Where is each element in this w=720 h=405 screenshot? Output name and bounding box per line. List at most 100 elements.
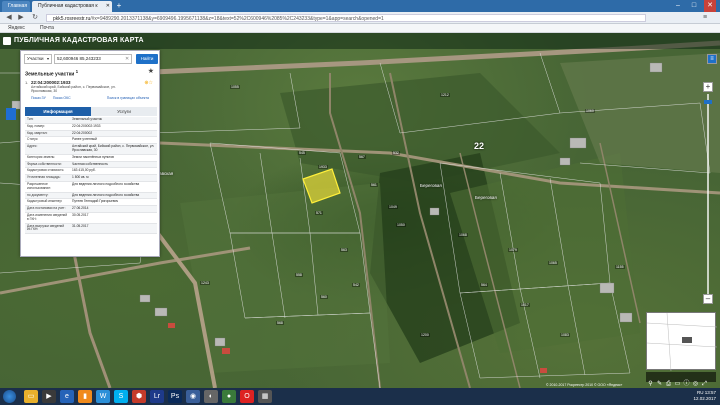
parcel-label[interactable]: 563 bbox=[340, 248, 348, 252]
zoom-control: + – bbox=[700, 82, 716, 304]
panel-tabs: Информация Услуги bbox=[25, 107, 157, 116]
parcel-label[interactable]: 1017 bbox=[520, 303, 530, 307]
tab-info[interactable]: Информация bbox=[25, 107, 91, 116]
reload-icon[interactable]: ↻ bbox=[30, 13, 40, 23]
app-icon[interactable]: ◐ bbox=[204, 390, 218, 403]
parcel-label[interactable]: 545 bbox=[298, 151, 306, 155]
address-bar: ◀ ▶ ↻ pkk5.rosreestr.ru/#x=9489290.20133… bbox=[0, 12, 720, 24]
parcel-label[interactable]: 1068 bbox=[458, 233, 468, 237]
url-field[interactable]: pkk5.rosreestr.ru/#x=9489290.2013371138&… bbox=[46, 14, 646, 22]
parcel-label[interactable]: 1050 bbox=[396, 223, 406, 227]
menu-icon[interactable]: ≡ bbox=[700, 13, 710, 23]
map-copyright: © 2010-2017 Росреестр 2010 © ООО «Яндекс… bbox=[546, 383, 623, 387]
table-row: Разрешенное использование: Для ведения ли… bbox=[25, 182, 157, 193]
parcel-label[interactable]: 558 bbox=[295, 273, 303, 277]
star-icon[interactable]: ★ bbox=[148, 67, 154, 75]
parcel-label[interactable]: 1055 bbox=[230, 85, 240, 89]
search-type-select[interactable]: Участки ▾ bbox=[24, 54, 52, 64]
app-icon[interactable]: ◉ bbox=[186, 390, 200, 403]
parcel-label[interactable]: 560 bbox=[320, 295, 328, 299]
map-header: ПУБЛИЧНАЯ КАДАСТРОВАЯ КАРТА bbox=[0, 33, 720, 49]
parcel-label[interactable]: 542 bbox=[352, 283, 360, 287]
section-count: 1 bbox=[75, 69, 79, 74]
language-indicator: RU bbox=[696, 390, 704, 395]
parcel-label[interactable]: 1155 bbox=[615, 265, 625, 269]
table-row: Кадастровый инженер: Путеев Геннадий Григ… bbox=[25, 199, 157, 207]
link-show-parcel[interactable]: Показ ЗУ bbox=[31, 96, 46, 100]
clock-time: 13:57 bbox=[704, 390, 716, 395]
info-table: Тип: Земельный участок Кад. номер: 22:04:2… bbox=[25, 117, 157, 235]
media-icon[interactable]: ▶ bbox=[42, 390, 56, 403]
app-icon[interactable]: ● bbox=[222, 390, 236, 403]
rosreestr-logo-icon bbox=[3, 37, 11, 45]
table-row: Кадастровая стоимость: 163 415,00 руб. bbox=[25, 168, 157, 176]
overview-minimap[interactable] bbox=[646, 312, 718, 372]
forward-icon[interactable]: ▶ bbox=[16, 13, 26, 23]
parcel-info-panel: Участки ▾ 52,600946 85,243233 ✕ Найти Зе… bbox=[20, 50, 160, 257]
parcel-label[interactable]: 1243 bbox=[200, 281, 210, 285]
lightroom-icon[interactable]: Lr bbox=[150, 390, 164, 403]
opera-icon[interactable]: O bbox=[240, 390, 254, 403]
find-button[interactable]: Найти bbox=[136, 54, 158, 64]
parcel-address: Алтайский край, Бийский район, с. Первом… bbox=[31, 85, 116, 93]
back-icon[interactable]: ◀ bbox=[4, 13, 14, 23]
search-result[interactable]: 1. 22:04:200002:1933 Алтайский край, Бий… bbox=[25, 80, 155, 105]
parcel-label[interactable]: 1049 bbox=[388, 205, 398, 209]
table-row: Категория земель: Земли населённых пункто… bbox=[25, 155, 157, 162]
word-icon[interactable]: W bbox=[96, 390, 110, 403]
parcel-label[interactable]: 567 bbox=[358, 155, 366, 159]
parcel-label[interactable]: 564 bbox=[480, 283, 488, 287]
table-row: Форма собственности: Частная собственност… bbox=[25, 161, 157, 169]
bookmark-yandex[interactable]: Яндекс bbox=[8, 24, 25, 33]
zoom-out-button[interactable]: – bbox=[703, 294, 713, 304]
layers-icon[interactable]: ≡ bbox=[707, 54, 717, 64]
parcel-label[interactable]: 1200 bbox=[420, 333, 430, 337]
link-search-in-border[interactable]: Поиск в границах объекта bbox=[107, 96, 149, 100]
explorer-icon[interactable]: ▭ bbox=[24, 390, 38, 403]
clear-search-icon[interactable]: ✕ bbox=[125, 54, 129, 64]
cadastral-block-number: 22 bbox=[474, 141, 485, 151]
section-title: Земельные участки 1 bbox=[25, 69, 79, 78]
maximize-button[interactable]: □ bbox=[688, 0, 700, 12]
status-icon: ⊕☆ bbox=[144, 80, 153, 86]
table-row: Адрес: Алтайский край, Бийский район, с. … bbox=[25, 144, 157, 155]
new-tab-button[interactable]: + bbox=[114, 1, 124, 11]
parcel-label[interactable]: 1933 bbox=[318, 165, 328, 169]
tab-home[interactable]: Главная bbox=[2, 1, 30, 12]
parcel-label[interactable]: 1060 bbox=[585, 109, 595, 113]
photoshop-icon[interactable]: Ps bbox=[168, 390, 182, 403]
parcel-label[interactable]: 532 bbox=[392, 151, 400, 155]
app-icon[interactable]: ▦ bbox=[258, 390, 272, 403]
ie-icon[interactable]: e bbox=[60, 390, 74, 403]
parcel-label[interactable]: 1212 bbox=[440, 93, 450, 97]
parcel-label[interactable]: 1079 bbox=[508, 248, 518, 252]
zoom-in-button[interactable]: + bbox=[703, 82, 713, 92]
tab-services[interactable]: Услуги bbox=[91, 107, 157, 116]
table-row: Тип: Земельный участок bbox=[25, 117, 157, 124]
parcel-label[interactable]: 1065 bbox=[548, 261, 558, 265]
page-title: ПУБЛИЧНАЯ КАДАСТРОВАЯ КАРТА bbox=[14, 37, 144, 44]
close-icon[interactable]: ✕ bbox=[106, 1, 110, 12]
bookmark-mail[interactable]: Почта bbox=[40, 24, 54, 33]
minimize-button[interactable]: – bbox=[672, 0, 684, 12]
search-input[interactable]: 52,600946 85,243233 bbox=[54, 54, 132, 64]
start-button[interactable] bbox=[3, 390, 16, 403]
parcel-label[interactable]: 561 bbox=[370, 183, 378, 187]
skype-icon[interactable]: S bbox=[114, 390, 128, 403]
system-tray[interactable]: RU 13:57 12.02.2017 bbox=[693, 390, 716, 402]
tab-cadastral-map[interactable]: Публичная кадастровая к ✕ bbox=[32, 1, 112, 12]
parcel-label[interactable]: 1083 bbox=[560, 333, 570, 337]
map-toolbar: ≡ bbox=[707, 54, 717, 66]
zoom-slider-handle[interactable] bbox=[704, 100, 712, 104]
minimap-drawing bbox=[646, 312, 718, 372]
app-icon[interactable]: ⬢ bbox=[132, 390, 146, 403]
zoom-slider[interactable] bbox=[707, 94, 709, 294]
folder-icon[interactable]: ▮ bbox=[78, 390, 92, 403]
street-label: Береговая bbox=[475, 195, 497, 200]
parcel-label[interactable]: 568 bbox=[276, 321, 284, 325]
link-show-oks[interactable]: Показ ОКС bbox=[53, 96, 71, 100]
bookmarks-bar: Яндекс Почта bbox=[0, 24, 720, 33]
parcel-label[interactable]: 571 bbox=[315, 211, 323, 215]
close-window-button[interactable]: ✕ bbox=[704, 0, 716, 12]
table-row: Кад. номер: 22:04:200002:1933 bbox=[25, 124, 157, 131]
